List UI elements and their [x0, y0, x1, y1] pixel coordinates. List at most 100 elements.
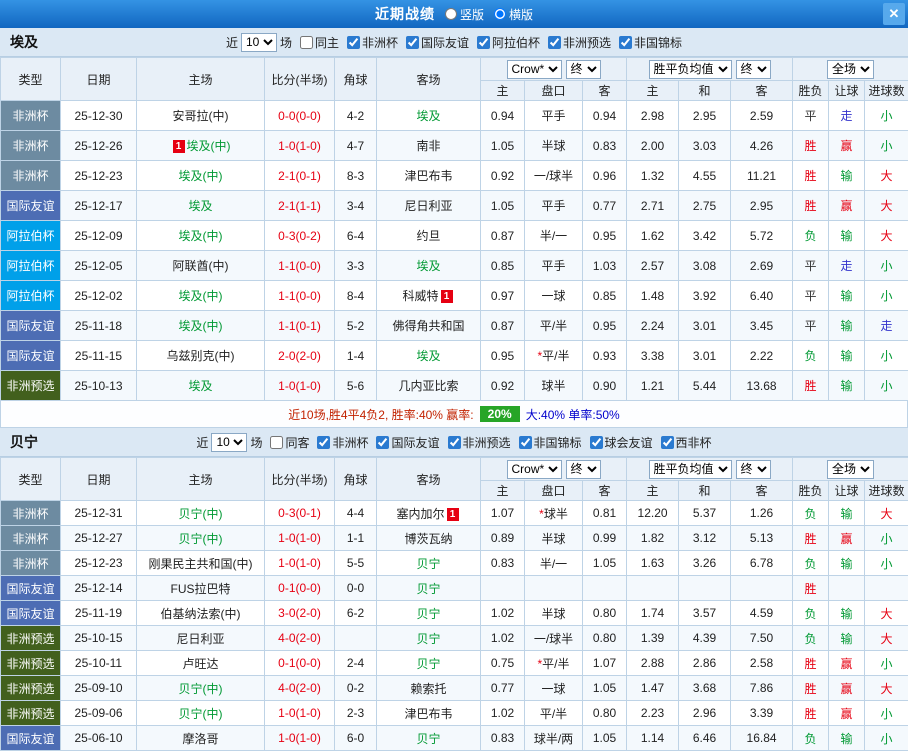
- europe-home-odds-cell: 2.24: [626, 310, 680, 341]
- europe-draw-odds-cell: 3.68: [678, 675, 732, 701]
- competition-label: 非国锦标: [634, 35, 683, 50]
- europe-home-odds-cell: 1.39: [626, 625, 680, 651]
- away-team-cell: 赖索托: [376, 675, 481, 701]
- competition-checkbox[interactable]: [518, 435, 532, 449]
- asia-handicap-cell: 一球: [524, 675, 583, 701]
- fullmatch-select[interactable]: 全场: [827, 59, 875, 79]
- layout-option-horizontal[interactable]: 横版: [494, 6, 533, 23]
- competition-checkbox[interactable]: [376, 435, 390, 449]
- competition-filter[interactable]: 阿拉伯杯: [477, 34, 540, 51]
- asia-final-select[interactable]: 终: [565, 59, 601, 79]
- competition-checkbox[interactable]: [406, 35, 419, 49]
- competition-label: 非洲预选: [563, 35, 612, 50]
- competition-filter[interactable]: 非洲预选: [548, 34, 611, 51]
- score-cell: 1-0(1-0): [264, 700, 335, 726]
- same-venue-checkbox[interactable]: [299, 35, 313, 49]
- europe-away-odds-cell: 7.50: [730, 625, 794, 651]
- asia-final-select[interactable]: 终: [565, 459, 601, 479]
- wdl-mean-select[interactable]: 胜平负均值: [648, 459, 732, 479]
- europe-draw-odds-cell: 3.57: [678, 600, 732, 626]
- same-venue-filter[interactable]: 同主: [299, 34, 339, 51]
- match-date-cell: 25-10-15: [60, 625, 137, 651]
- competition-checkbox[interactable]: [660, 435, 674, 449]
- team-text: 贝宁: [416, 656, 441, 671]
- wdl-mean-select[interactable]: 胜平负均值: [648, 59, 732, 79]
- corners-cell: 0-2: [334, 675, 377, 701]
- competition-filter[interactable]: 西非杯: [660, 434, 712, 451]
- europe-home-odds-cell: 1.21: [626, 370, 680, 401]
- europe-final-select[interactable]: 终: [735, 459, 771, 479]
- unit-label: 场: [250, 435, 263, 450]
- europe-final-select[interactable]: 终: [735, 59, 771, 79]
- match-date-cell: 25-12-05: [60, 250, 137, 281]
- layout-option-vertical[interactable]: 竖版: [444, 6, 484, 23]
- asia-odds-header: Crow* 终: [479, 57, 628, 81]
- competition-type-cell: 非洲预选: [0, 650, 61, 676]
- subcol-europe-draw: 和: [678, 80, 732, 101]
- asia-away-odds-cell: 1.07: [581, 650, 628, 676]
- result-handicap-cell: 走: [828, 250, 866, 281]
- bookmaker-select[interactable]: Crow*: [506, 59, 562, 79]
- competition-filter[interactable]: 非国锦标: [619, 34, 682, 51]
- competition-checkbox[interactable]: [477, 35, 491, 49]
- competition-filter[interactable]: 非洲杯: [346, 34, 398, 51]
- score-cell: 1-1(0-1): [264, 310, 335, 341]
- recent-count-select[interactable]: 10: [211, 432, 248, 452]
- result-handicap-cell: 赢: [828, 130, 866, 161]
- competition-label: 非国锦标: [533, 435, 582, 450]
- team-text: 安哥拉(中): [172, 109, 229, 123]
- competition-checkbox[interactable]: [447, 435, 461, 449]
- europe-draw-odds-cell: 3.01: [678, 310, 732, 341]
- result-goals-cell: 小: [864, 525, 908, 551]
- team-text: 摩洛哥: [182, 731, 219, 746]
- fullmatch-select[interactable]: 全场: [827, 459, 875, 479]
- score-cell: 0-3(0-2): [264, 220, 335, 251]
- result-goals-cell: 小: [864, 250, 908, 281]
- team-text: 埃及: [416, 109, 441, 123]
- same-venue-filter[interactable]: 同客: [270, 434, 309, 451]
- europe-draw-odds-cell: 2.96: [678, 700, 732, 726]
- result-handicap-cell: 走: [828, 100, 866, 131]
- europe-home-odds-cell: 1.82: [626, 525, 680, 551]
- asia-home-odds-cell: 0.87: [480, 310, 525, 341]
- corners-cell: 3-3: [334, 250, 377, 281]
- team-text: 埃及: [416, 349, 441, 363]
- asia-handicap-cell: *平/半: [524, 340, 583, 371]
- result-goals-cell: 小: [864, 100, 908, 131]
- result-handicap-cell: 赢: [828, 190, 866, 221]
- asia-handicap-cell: [524, 575, 583, 601]
- recent-count-select[interactable]: 10: [240, 32, 277, 52]
- subcol-asia-handicap: 盘口: [524, 80, 583, 101]
- result-goals-cell: 小: [864, 725, 908, 751]
- competition-filter[interactable]: 非洲预选: [447, 434, 511, 451]
- competition-checkbox[interactable]: [548, 35, 562, 49]
- close-button[interactable]: ✕: [883, 3, 905, 25]
- competition-filter[interactable]: 国际友谊: [406, 34, 469, 51]
- same-venue-checkbox[interactable]: [270, 435, 284, 449]
- competition-checkbox[interactable]: [317, 435, 331, 449]
- subcol-result-wdl: 胜负: [792, 480, 830, 501]
- result-handicap-cell: 赢: [828, 525, 866, 551]
- asia-home-odds-cell: 1.02: [480, 625, 525, 651]
- horizontal-radio[interactable]: [494, 8, 506, 20]
- match-date-cell: 25-12-27: [60, 525, 137, 551]
- competition-filter[interactable]: 国际友谊: [376, 434, 440, 451]
- competition-checkbox[interactable]: [589, 435, 603, 449]
- europe-draw-odds-cell: 3.26: [678, 550, 732, 576]
- matches-tbody-benin: 非洲杯 25-12-31 贝宁(中) 0-3(0-1) 4-4 塞内加尔 1 1.…: [0, 500, 908, 751]
- competition-filter[interactable]: 非洲杯: [317, 434, 368, 451]
- competition-filter[interactable]: 非国锦标: [518, 434, 582, 451]
- asia-handicap-cell: 平手: [524, 100, 583, 131]
- competition-type-cell: 非洲杯: [0, 160, 61, 191]
- europe-draw-odds-cell: 3.42: [678, 220, 732, 251]
- bookmaker-select[interactable]: Crow*: [506, 459, 562, 479]
- competition-checkbox[interactable]: [346, 35, 360, 49]
- result-wdl-cell: 负: [792, 600, 830, 626]
- competition-checkbox[interactable]: [619, 35, 633, 49]
- match-date-cell: 25-12-30: [60, 100, 137, 131]
- result-goals-cell: 小: [864, 280, 908, 311]
- competition-filter[interactable]: 球会友谊: [589, 434, 653, 451]
- vertical-radio[interactable]: [444, 8, 457, 20]
- matches-tbody-egypt: 非洲杯 25-12-30 安哥拉(中) 0-0(0-0) 4-2 埃及 0.94…: [0, 100, 908, 401]
- europe-away-odds-cell: 1.26: [730, 500, 794, 526]
